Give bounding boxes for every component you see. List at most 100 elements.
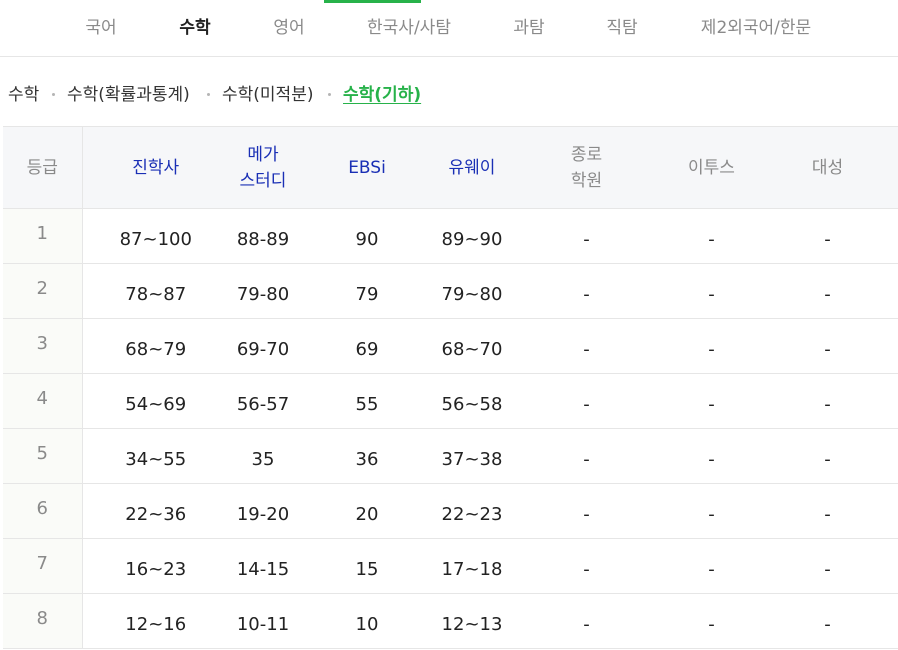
table-body: 1 87~100 88-89 90 89~90- - -2 78~87 79-80 79 79~80… — [3, 208, 898, 649]
grade-cutoff-table: 등급 진학사 메가스터디 EBSi 유웨이 종로 학원 이투스 대성 1 87~100 88-89 9… — [3, 126, 898, 649]
header-label: 메가 — [247, 144, 279, 165]
cutoff-cell: - — [507, 428, 666, 484]
table-header-row: 등급 진학사 메가스터디 EBSi 유웨이 종로 학원 이투스 대성 — [3, 126, 898, 209]
cutoff-cell: - — [666, 483, 757, 539]
table-row: 4 54~69 56-57 55 56~58- - - — [3, 373, 898, 429]
cutoff-cell: 69-70 — [229, 318, 297, 374]
cutoff-cell: - — [507, 318, 666, 374]
header-grade: 등급 — [3, 126, 83, 209]
cutoff-cell: - — [757, 593, 898, 649]
grade-cell: 1 — [3, 208, 83, 264]
subtab-math[interactable]: 수학 — [8, 82, 39, 108]
cutoff-cell: 14-15 — [229, 538, 297, 594]
header-jinhaksa: 진학사 — [82, 126, 229, 209]
math-subtype-tabs: 수학 수학(확률과통계) 수학(미적분) 수학(기하) — [0, 82, 898, 110]
header-label: 유웨이 — [448, 157, 496, 178]
subtab-calculus[interactable]: 수학(미적분) — [222, 82, 313, 108]
tab-second-foreign-language[interactable]: 제2외국어/한문 — [701, 0, 811, 57]
header-label: EBSi — [348, 157, 386, 178]
cutoff-cell: 16~23 — [82, 538, 229, 594]
cutoff-cell: 89~90 — [437, 208, 507, 264]
header-label: 대성 — [811, 157, 844, 178]
grade-cell: 5 — [3, 428, 83, 484]
cutoff-cell: 79~80 — [437, 263, 507, 319]
header-uway: 유웨이 — [437, 126, 507, 209]
subtab-geometry[interactable]: 수학(기하) — [343, 82, 421, 108]
cutoff-cell: 54~69 — [82, 373, 229, 429]
header-ebsi: EBSi — [297, 126, 437, 209]
table-row: 2 78~87 79-80 79 79~80- - - — [3, 263, 898, 319]
cutoff-cell: - — [666, 318, 757, 374]
cutoff-cell: 79-80 — [229, 263, 297, 319]
grade-cell: 8 — [3, 593, 83, 649]
header-jongro: 종로 학원 — [507, 126, 666, 209]
header-megastudy: 메가스터디 — [229, 126, 297, 209]
cutoff-cell: 35 — [229, 428, 297, 484]
grade-cell: 3 — [3, 318, 83, 374]
subtab-separator — [328, 93, 331, 96]
header-daesung: 대성 — [757, 126, 898, 209]
subtab-separator — [52, 93, 55, 96]
cutoff-cell: - — [666, 373, 757, 429]
cutoff-cell: 55 — [297, 373, 437, 429]
cutoff-cell: 17~18 — [437, 538, 507, 594]
cutoff-cell: - — [507, 593, 666, 649]
cutoff-cell: 19-20 — [229, 483, 297, 539]
cutoff-cell: - — [666, 428, 757, 484]
tab-math[interactable]: 수학 — [179, 0, 210, 57]
cutoff-cell: 22~36 — [82, 483, 229, 539]
header-label: 등급 — [26, 157, 58, 178]
header-label: 스터디 — [239, 170, 287, 191]
tab-vocational[interactable]: 직탐 — [606, 0, 637, 57]
cutoff-cell: 56-57 — [229, 373, 297, 429]
header-etoos: 이투스 — [666, 126, 757, 209]
cutoff-cell: 12~13 — [437, 593, 507, 649]
cutoff-cell: 12~16 — [82, 593, 229, 649]
cutoff-cell: - — [757, 428, 898, 484]
cutoff-cell: - — [757, 208, 898, 264]
cutoff-cell: 68~70 — [437, 318, 507, 374]
cutoff-cell: 22~23 — [437, 483, 507, 539]
grade-cell: 6 — [3, 483, 83, 539]
cutoff-cell: 88-89 — [229, 208, 297, 264]
cutoff-cell: 15 — [297, 538, 437, 594]
cutoff-cell: 37~38 — [437, 428, 507, 484]
cutoff-cell: 78~87 — [82, 263, 229, 319]
cutoff-cell: - — [666, 208, 757, 264]
subtab-separator — [207, 93, 210, 96]
table-row: 5 34~55 35 36 37~38- - - — [3, 428, 898, 484]
header-label: 이투스 — [688, 157, 735, 178]
cutoff-cell: 69 — [297, 318, 437, 374]
cutoff-cell: 90 — [297, 208, 437, 264]
table-row: 7 16~23 14-15 15 17~18- - - — [3, 538, 898, 594]
tab-korean-history-social[interactable]: 한국사/사탐 — [367, 0, 451, 57]
cutoff-cell: - — [757, 483, 898, 539]
cutoff-cell: 68~79 — [82, 318, 229, 374]
table-row: 1 87~100 88-89 90 89~90- - - — [3, 208, 898, 264]
cutoff-cell: 56~58 — [437, 373, 507, 429]
subject-tab-bar: 국어 수학 영어 한국사/사탐 과탐 직탐 제2외국어/한문 — [0, 0, 898, 57]
cutoff-cell: - — [757, 538, 898, 594]
table-row: 8 12~16 10-11 10 12~13- - - — [3, 593, 898, 649]
tab-science[interactable]: 과탐 — [513, 0, 544, 57]
cutoff-cell: 36 — [297, 428, 437, 484]
cutoff-cell: 79 — [297, 263, 437, 319]
cutoff-cell: - — [666, 263, 757, 319]
grade-cell: 4 — [3, 373, 83, 429]
header-label: 학원 — [570, 170, 603, 191]
table-row: 3 68~79 69-70 69 68~70- - - — [3, 318, 898, 374]
cutoff-cell: 34~55 — [82, 428, 229, 484]
table-row: 6 22~36 19-20 20 22~23- - - — [3, 483, 898, 539]
cutoff-cell: 10 — [297, 593, 437, 649]
cutoff-cell: - — [666, 538, 757, 594]
cutoff-cell: - — [507, 483, 666, 539]
tab-english[interactable]: 영어 — [273, 0, 304, 57]
subtab-probability-statistics[interactable]: 수학(확률과통계) — [67, 82, 190, 108]
grade-cell: 7 — [3, 538, 83, 594]
header-label: 진학사 — [132, 157, 180, 178]
cutoff-cell: 20 — [297, 483, 437, 539]
cutoff-cell: 87~100 — [82, 208, 229, 264]
tab-korean[interactable]: 국어 — [85, 0, 116, 57]
cutoff-cell: - — [666, 593, 757, 649]
cutoff-cell: - — [507, 208, 666, 264]
